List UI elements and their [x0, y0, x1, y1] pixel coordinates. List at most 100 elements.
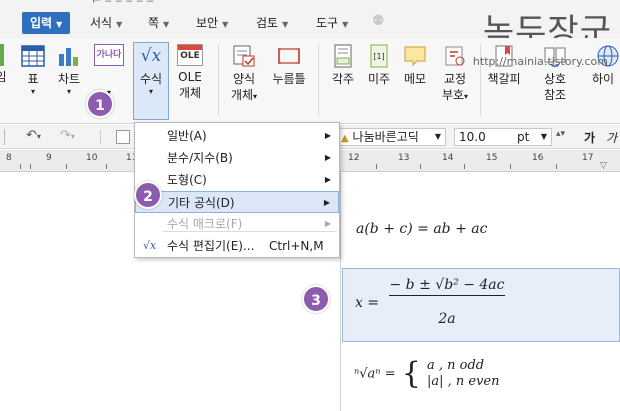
proofread-label: 교정 — [443, 72, 467, 86]
chevron-down-icon: ▼ — [282, 20, 289, 29]
form-object-button[interactable]: 양식 개체▾ — [226, 44, 262, 105]
undo-icon[interactable]: ↶▾ — [26, 128, 41, 143]
form-checkbox-icon — [233, 45, 255, 67]
indent-marker-icon[interactable]: ▽ — [600, 161, 607, 171]
menu-format-label: 서식 — [90, 16, 113, 30]
menu-item-label: 기타 공식(D) — [168, 196, 235, 210]
font-size-input[interactable]: 10.0 pt ▼ — [454, 128, 552, 146]
chevron-down-icon: ▾ — [464, 92, 469, 101]
font-size-value: 10.0 — [459, 130, 486, 144]
brace-icon: { — [401, 356, 421, 391]
ruler-number: 8 — [6, 153, 12, 163]
font-name-value: 나눔바른고딕 — [352, 130, 419, 144]
step-badge-1: 1 — [86, 90, 114, 118]
chevron-right-icon: ▶ — [323, 198, 330, 207]
cross-reference-button[interactable]: 상호 참조 — [538, 44, 572, 103]
redo-icon[interactable]: ↷▾ — [60, 128, 75, 143]
ribbon-partial-button[interactable]: 임 — [0, 44, 8, 85]
ribbon-separator — [318, 44, 319, 116]
ole-object-button[interactable]: OLE OLE 개체 — [174, 44, 206, 101]
chevron-down-icon: ▼ — [163, 20, 170, 29]
footnote-button[interactable]: 각주 — [328, 44, 358, 87]
ruler-number: 10 — [86, 153, 98, 163]
formula-button[interactable]: √x 수식 ▾ — [134, 44, 168, 97]
table-button[interactable]: 표 ▾ — [20, 44, 46, 97]
chevron-down-icon: ▼ — [116, 20, 123, 29]
paragraph-style-icon[interactable] — [116, 130, 130, 144]
equation-quadratic-selected[interactable]: x = − b ± √b² − 4ac 2a — [342, 268, 620, 342]
menu-tools-label: 도구 — [316, 16, 339, 30]
ruler-number: 15 — [486, 153, 498, 163]
menu-item-other-formulas[interactable]: 기타 공식(D) ▶ — [135, 191, 339, 213]
equation-distributive[interactable]: a(b + c) = ab + ac — [356, 221, 487, 237]
font-size-unit: pt — [517, 130, 530, 144]
ole-icon-text: OLE — [180, 51, 200, 61]
table-label: 표 — [27, 72, 39, 86]
chevron-down-icon: ▾ — [148, 87, 153, 96]
spin-icon[interactable]: ▴▾ — [556, 129, 565, 139]
cross-reference-label-2: 참조 — [543, 88, 567, 102]
menu-page-label: 쪽 — [148, 16, 160, 30]
chevron-right-icon: ▶ — [324, 175, 331, 184]
chevron-down-icon: ▾ — [66, 87, 71, 96]
menu-item-shortcut: Ctrl+N,M — [269, 239, 324, 253]
ruler-tick — [510, 164, 511, 169]
form-object-label: 양식 — [232, 72, 256, 86]
page-border — [340, 173, 341, 411]
equation-nth-root[interactable]: ⁿ√aⁿ = { a , n odd |a| , n even — [354, 358, 500, 390]
formula-dropdown-menu: 일반(A) ▶ 분수/지수(B) ▶ 도형(C) ▶ 기타 공식(D) ▶ 수식 매크로… — [134, 122, 340, 258]
ruler-number: 17 — [582, 153, 594, 163]
ruler-tick — [66, 164, 67, 169]
bar-chart-icon — [59, 48, 78, 66]
ruler-tick — [464, 164, 465, 169]
hyperlink-label: 하이 — [592, 72, 615, 86]
menu-item-label: 도형(C) — [167, 173, 207, 187]
table-icon — [21, 45, 45, 67]
menu-item-shapes[interactable]: 도형(C) ▶ — [135, 169, 339, 191]
quadratic-numerator: − b ± √b² − 4ac — [389, 277, 505, 296]
chevron-down-icon: ▼ — [434, 132, 441, 141]
ruler-tick — [30, 164, 31, 169]
menu-tools[interactable]: 도구 ▼ — [312, 12, 352, 34]
menu-review-label: 검토 — [256, 16, 279, 30]
menu-format[interactable]: 서식 ▼ — [86, 12, 126, 34]
proofread-icon — [445, 46, 465, 66]
menu-item-label: 분수/지수(B) — [167, 151, 233, 165]
footnote-label: 각주 — [331, 72, 355, 86]
menu-security-label: 보안 — [196, 16, 219, 30]
ruler-number: 9 — [46, 153, 52, 163]
chevron-down-icon: ▼ — [222, 20, 229, 29]
italic-button[interactable]: 가 — [606, 129, 617, 146]
ruler-number: 12 — [348, 153, 360, 163]
chevron-down-icon: ▼ — [342, 20, 349, 29]
endnote-button[interactable]: [1] 미주 — [364, 44, 394, 87]
menu-security[interactable]: 보안 ▼ — [192, 12, 232, 34]
ruler-tick — [376, 164, 377, 169]
formula-icon: √x — [140, 46, 162, 66]
proofread-label-2-wrap: 부호▾ — [438, 87, 472, 105]
ruler-tick — [420, 164, 421, 169]
input-field-button[interactable]: 누름틀 — [270, 44, 308, 87]
formula-icon: √x — [143, 239, 157, 252]
menu-review[interactable]: 검토 ▼ — [252, 12, 292, 34]
form-object-label-2: 개체 — [230, 88, 254, 102]
case-even: |a| , n even — [426, 374, 500, 389]
ole-icon: OLE — [177, 44, 203, 66]
font-name-select[interactable]: ▲ 나눔바른고딕 ▼ — [336, 128, 446, 146]
memo-button[interactable]: 메모 — [400, 44, 430, 87]
menu-item-fraction-exponent[interactable]: 분수/지수(B) ▶ — [135, 147, 339, 169]
warning-icon: ▲ — [341, 133, 349, 144]
picture-icon — [0, 44, 4, 66]
clipped-text: ⌐ ‒ ‒ ‒ ‒ ‒ — [92, 0, 154, 7]
quadratic-denominator: 2a — [438, 311, 456, 327]
menu-page[interactable]: 쪽 ▼ — [144, 12, 173, 34]
step-badge-3: 3 — [302, 285, 330, 313]
proofread-mark-button[interactable]: 교정 부호▾ — [438, 44, 472, 105]
menu-item-formula-editor[interactable]: √x 수식 편집기(E)... Ctrl+N,M — [135, 235, 339, 257]
bold-button[interactable]: 가 — [584, 129, 595, 146]
chevron-down-icon: ▾ — [253, 92, 258, 101]
menu-insert[interactable]: 입력 ▼ — [22, 12, 71, 34]
chart-button[interactable]: 차트 ▾ — [54, 44, 84, 97]
menu-item-general[interactable]: 일반(A) ▶ — [135, 125, 339, 147]
menu-insert-label: 입력 — [30, 16, 53, 30]
